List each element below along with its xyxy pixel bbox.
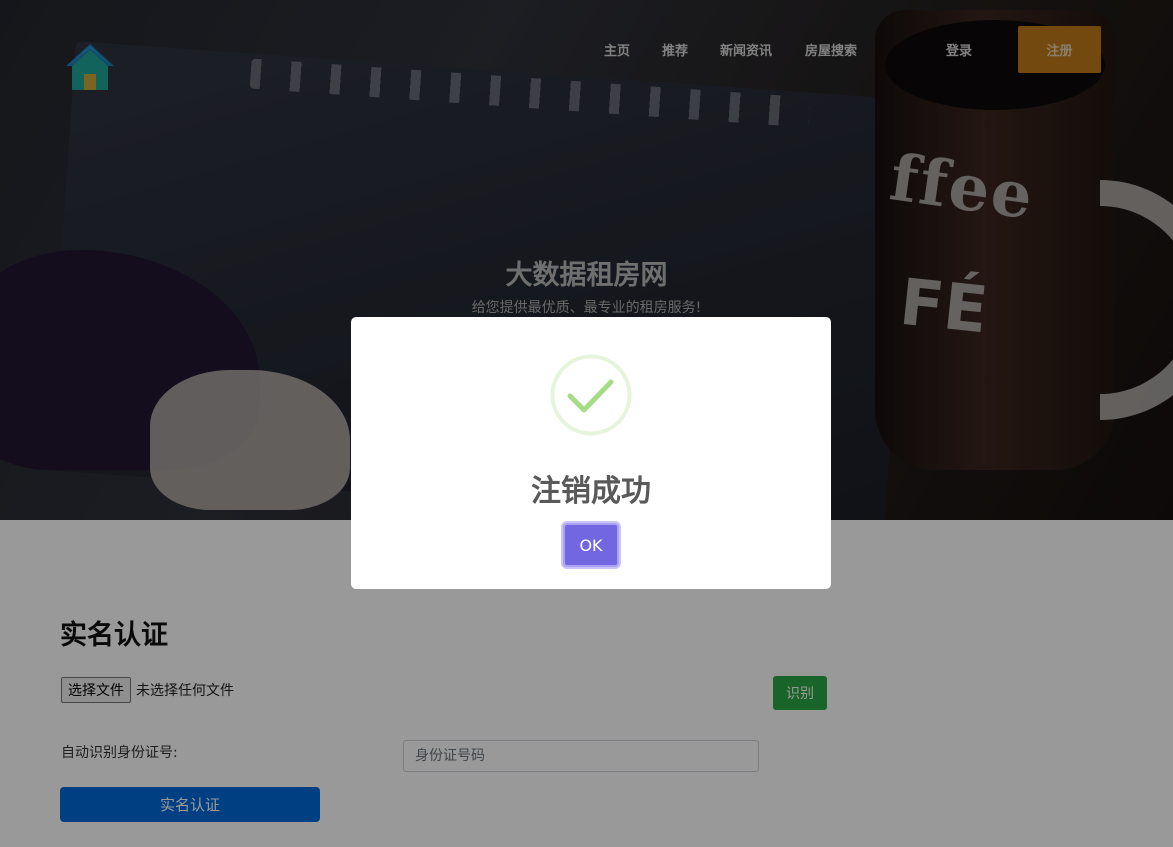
dialog-title: 注销成功 bbox=[531, 474, 651, 509]
checkmark-circle-icon bbox=[550, 354, 632, 436]
ok-button[interactable]: OK bbox=[563, 523, 619, 567]
success-dialog: 注销成功 OK bbox=[351, 317, 831, 589]
